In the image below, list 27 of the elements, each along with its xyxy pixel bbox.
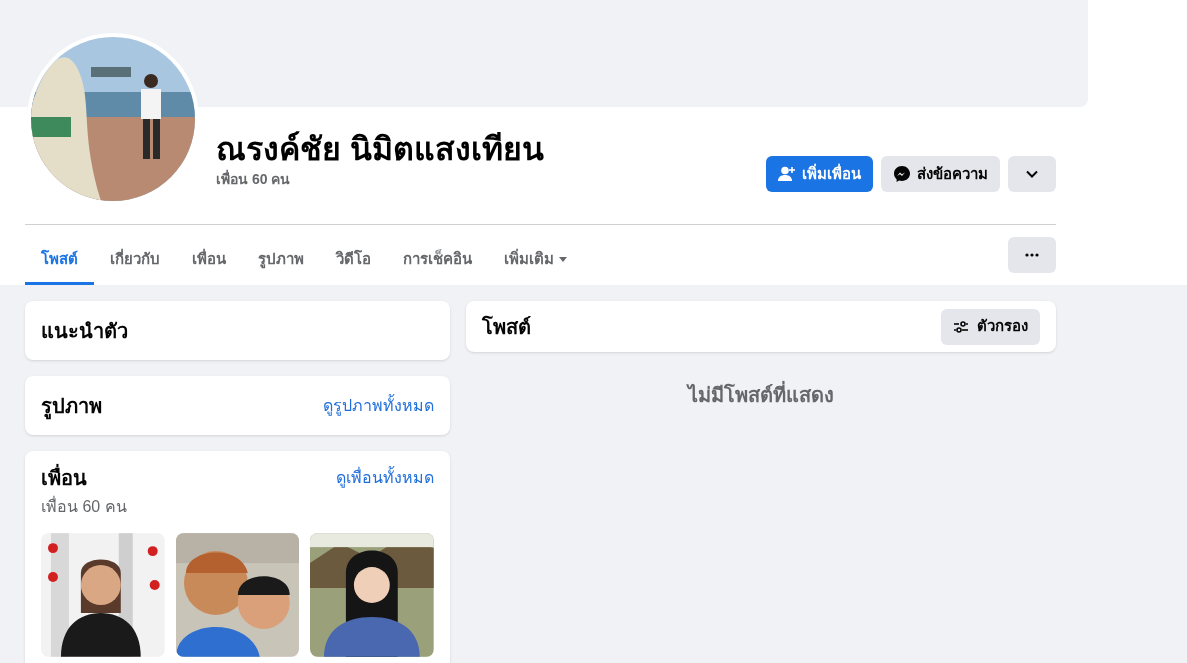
friend-count: เพื่อน 60 คน bbox=[216, 169, 292, 189]
chevron-down-icon bbox=[1026, 170, 1038, 178]
card-title: โพสต์ bbox=[482, 314, 531, 340]
friend-count: เพื่อน 60 คน bbox=[41, 495, 128, 517]
tab[interactable]: รูปภาพ bbox=[242, 237, 320, 285]
card-title: รูปภาพ bbox=[41, 390, 102, 421]
card-title: แนะนำตัว bbox=[41, 318, 128, 344]
dropdown-button[interactable] bbox=[1008, 156, 1056, 192]
see-all-photos-link[interactable]: ดูรูปภาพทั้งหมด bbox=[323, 393, 434, 418]
card-title: เพื่อน bbox=[41, 463, 87, 493]
more-options-button[interactable] bbox=[1008, 237, 1056, 273]
tab[interactable]: เกี่ยวกับ bbox=[94, 237, 176, 285]
add-friend-button[interactable]: เพิ่มเพื่อน bbox=[766, 156, 873, 192]
sliders-icon bbox=[953, 319, 969, 334]
tab[interactable]: โพสต์ bbox=[25, 237, 94, 285]
filter-button[interactable]: ตัวกรอง bbox=[941, 308, 1040, 345]
messenger-icon bbox=[893, 165, 911, 183]
add-person-icon bbox=[778, 166, 796, 182]
more-icon bbox=[1025, 253, 1039, 257]
empty-message: ไม่มีโพสต์ที่แสดง bbox=[688, 380, 834, 410]
tab[interactable]: เพิ่มเติม bbox=[488, 237, 584, 285]
see-all-friends-link[interactable]: ดูเพื่อนทั้งหมด bbox=[336, 466, 434, 490]
tab[interactable]: การเช็คอิน bbox=[387, 237, 488, 285]
tab[interactable]: วิดีโอ bbox=[320, 237, 387, 285]
tab[interactable]: เพื่อน bbox=[176, 237, 242, 285]
profile-name: ณรงค์ชัย นิมิตแสงเทียน bbox=[216, 130, 544, 169]
message-button[interactable]: ส่งข้อความ bbox=[881, 156, 1000, 192]
